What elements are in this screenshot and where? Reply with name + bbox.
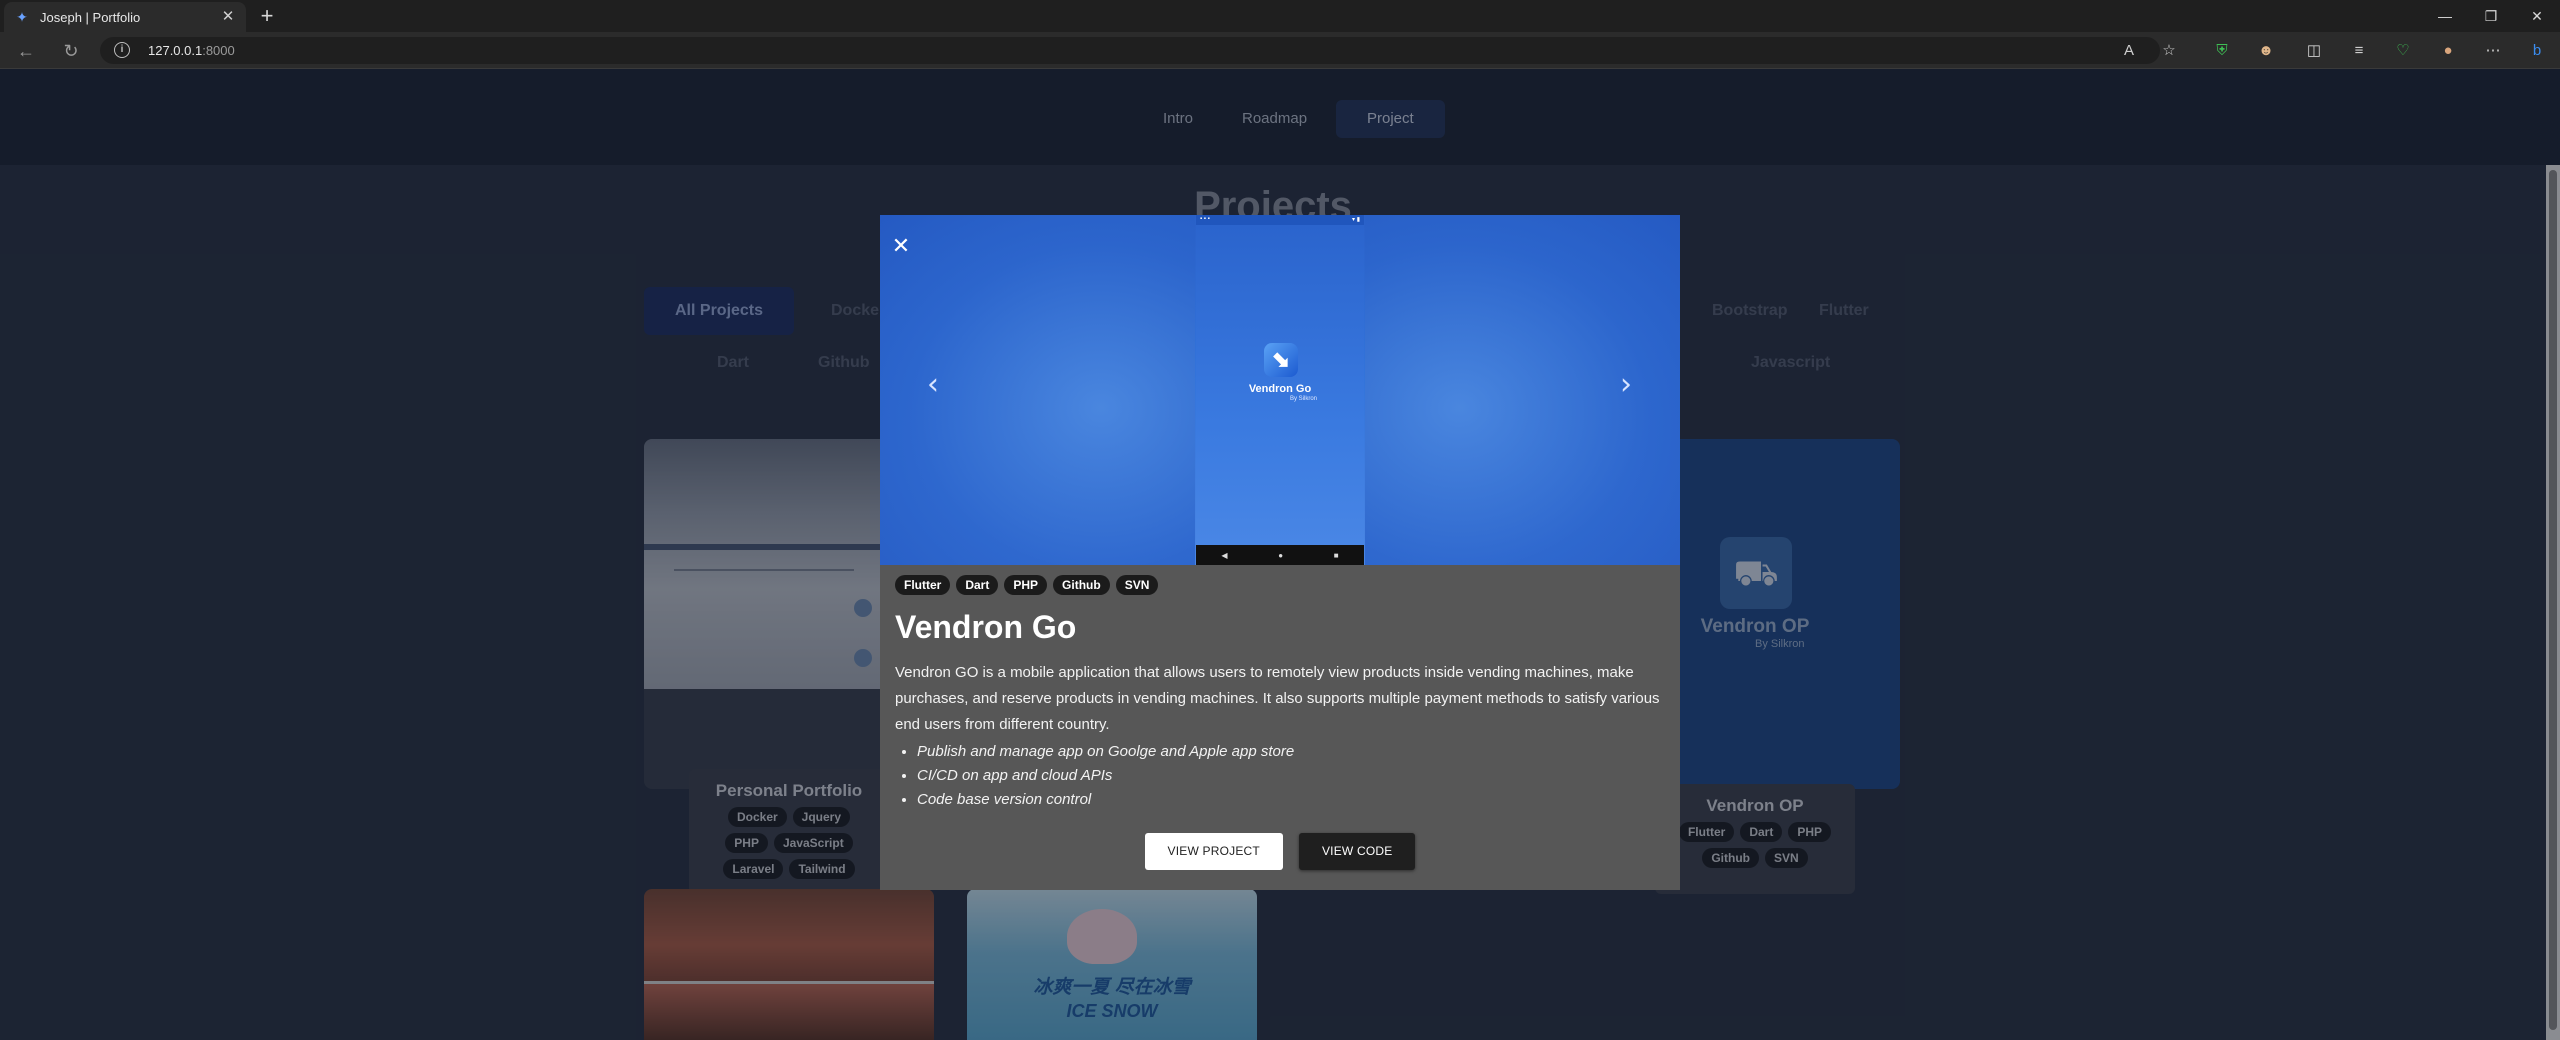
portfolio-page: Intro Roadmap Project Projects All Proje… [0,69,2560,1040]
bullet-item: CI/CD on app and cloud APIs [917,764,1665,788]
address-bar: ← ↻ i 127.0.0.1:8000 A ☆ ⛨ ☻ ◫ ≡ ♡ ● ⋯ b [0,32,2560,69]
bing-copilot-icon[interactable]: b [2526,40,2548,62]
tab-title: Joseph | Portfolio [40,9,141,25]
url-field[interactable]: i 127.0.0.1:8000 [100,37,2160,64]
app-screenshot: ▪ ▪ ▪ ▾ ▮ ⬊ Vendron Go By Silkron ◀ ● ■ [1196,215,1364,565]
shield-extension-icon[interactable]: ⛨ [2211,40,2233,62]
extension-avatar-icon[interactable]: ☻ [2255,40,2277,62]
modal-close-icon[interactable]: ✕ [890,235,912,257]
tag: Flutter [895,575,951,595]
app-name: Vendron Go [1248,383,1312,395]
android-nav-bar: ◀ ● ■ [1196,545,1364,565]
back-icon[interactable]: ← [12,38,40,64]
browser-tab[interactable]: ✦ Joseph | Portfolio ✕ [4,2,246,32]
health-icon[interactable]: ♡ [2392,40,2414,62]
window-close-icon[interactable]: ✕ [2514,0,2560,32]
tab-close-icon[interactable]: ✕ [220,9,236,25]
portfolio-favicon-icon: ✦ [16,9,28,25]
tag: SVN [1115,575,1159,595]
read-aloud-icon[interactable]: A [2118,40,2140,62]
tag: Github [1053,575,1110,595]
modal-tags: Flutter Dart PHP Github SVN [895,575,1665,595]
project-carousel: ▪ ▪ ▪ ▾ ▮ ⬊ Vendron Go By Silkron ◀ ● ■ ‹ ›… [880,215,1680,565]
modal-bullets: Publish and manage app on Goolge and App… [895,740,1665,812]
profile-avatar-icon[interactable]: ● [2437,40,2459,62]
modal-description: Vendron GO is a mobile application that … [895,664,1660,733]
vendron-go-app-icon: ⬊ [1264,343,1298,377]
restore-icon[interactable]: ❐ [2468,0,2514,32]
site-info-icon[interactable]: i [114,42,130,58]
view-project-button[interactable]: VIEW PROJECT [1144,833,1283,870]
modal-body: Flutter Dart PHP Github SVN Vendron Go V… [880,565,1680,890]
browser-tab-bar: ✦ Joseph | Portfolio ✕ + — ❐ ✕ [0,0,2560,32]
favorite-star-icon[interactable]: ☆ [2158,40,2180,62]
url-text: 127.0.0.1:8000 [148,43,235,58]
bullet-item: Publish and manage app on Goolge and App… [917,740,1665,764]
more-menu-icon[interactable]: ⋯ [2482,40,2504,62]
split-screen-icon[interactable]: ◫ [2303,40,2325,62]
minimize-icon[interactable]: — [2422,0,2468,32]
app-sub: By Silkron [1290,396,1318,402]
tag: PHP [1004,575,1048,595]
carousel-prev-chevron-icon[interactable]: ‹ [918,370,948,400]
modal-title: Vendron Go [895,609,1077,645]
carousel-next-chevron-icon[interactable]: › [1611,370,1641,400]
bullet-item: Code base version control [917,788,1665,812]
project-modal: ▪ ▪ ▪ ▾ ▮ ⬊ Vendron Go By Silkron ◀ ● ■ ‹ ›… [880,215,1680,890]
new-tab-icon[interactable]: + [254,4,280,28]
reload-icon[interactable]: ↻ [57,38,85,64]
view-code-button[interactable]: VIEW CODE [1298,833,1416,870]
tag: Dart [956,575,999,595]
favorites-list-icon[interactable]: ≡ [2348,40,2370,62]
